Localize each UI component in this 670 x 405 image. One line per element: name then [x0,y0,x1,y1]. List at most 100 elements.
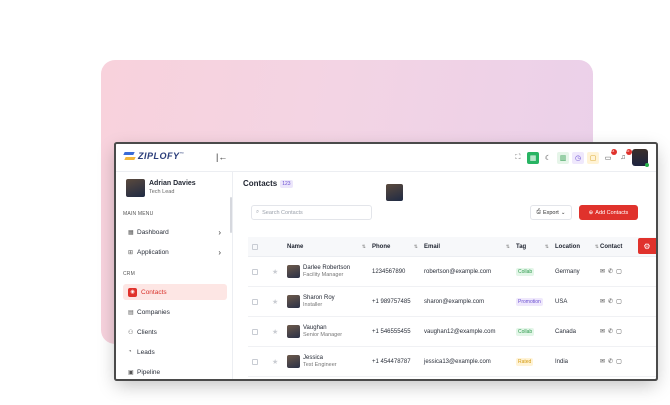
sidebar-item-clients[interactable]: ⚇ Clients [123,324,227,340]
topbar-icon-glyph: ☾ [544,154,552,162]
row-checkbox[interactable] [252,268,258,275]
row-select-cell [248,268,272,275]
bell-icon[interactable]: ♫ 10 [617,148,632,164]
row-checkbox[interactable] [252,298,258,305]
mail-icon[interactable]: ✉ [600,328,605,335]
header-email[interactable]: Email ⇅ [424,237,516,256]
sort-icon: ⇅ [544,243,549,250]
row-checkbox[interactable] [252,358,258,365]
leads-icon: ◔ [128,349,132,355]
add-contacts-label: Add Contacts [595,209,629,216]
star-icon[interactable]: ★ [272,298,278,306]
contact-name[interactable]: Vaughan [303,325,342,331]
header-phone[interactable]: Phone ⇅ [372,237,424,256]
note-icon[interactable]: ▢ [587,151,599,164]
sidebar-item-contacts[interactable]: ◉ Contacts [123,284,227,300]
row-checkbox[interactable] [252,328,258,335]
sort-icon: ⇅ [361,243,366,250]
chevron-right-icon: › [218,247,221,257]
plus-circle-icon: ⊕ [588,209,594,216]
contact-name[interactable]: Jessica [303,355,337,361]
row-select-cell [248,328,272,335]
contact-name-cell[interactable]: Sharon Roy Installer [287,295,372,308]
user-name: Adrian Davies [149,180,196,187]
profile-avatar[interactable] [632,149,649,167]
grid-icon[interactable]: ▦ [527,151,539,164]
header-select-all [248,237,272,256]
chat-icon[interactable]: ▭ 14 [602,148,617,164]
pipeline-icon: ▣ [128,369,134,376]
tag-badge: Collab [516,267,535,276]
phone-icon[interactable]: ✆ [608,328,613,335]
mail-icon[interactable]: ✉ [600,358,605,365]
header-location[interactable]: Location ⇅ [555,237,600,256]
moon-icon[interactable]: ☾ [542,152,554,164]
contact-name[interactable]: Darlee Robertson [303,265,350,271]
user-role: Tech Lead [149,189,175,195]
top-bar: ZIPLOFY™ |← ⛶ ▦ ☾ ▥ ◷ ▢ ▭ 14 ♫ 10 [116,144,656,172]
topbar-icon-glyph: ◷ [574,154,582,162]
sidebar-item-pipeline[interactable]: ▣ Pipeline [123,364,227,379]
contact-name-cell[interactable]: Vaughan Senior Manager [287,325,372,338]
star-icon[interactable]: ★ [272,268,278,276]
contacts-icon: ◉ [128,287,137,297]
settings-gear-icon[interactable]: ⚙ [638,238,656,254]
clock-icon[interactable]: ◷ [572,151,584,164]
contact-role: Test Engineer [303,362,337,368]
contact-name[interactable]: Sharon Roy [303,295,335,301]
section-label-main-menu: MAIN MENU [123,211,154,217]
contact-location: Canada [555,328,577,335]
user-card[interactable]: Adrian Davies Tech Lead [126,179,196,197]
phone-icon[interactable]: ✆ [608,358,613,365]
phone-icon[interactable]: ✆ [608,268,613,275]
expand-icon[interactable]: ⛶ [512,152,524,164]
export-label: Export [542,209,559,216]
message-icon[interactable]: ▢ [616,298,622,305]
sidebar-scrollbar[interactable] [230,197,232,233]
phone-icon[interactable]: ✆ [608,298,613,305]
sidebar-item-companies[interactable]: ▤ Companies [123,304,227,320]
sidebar-item-label: Clients [137,328,157,336]
sidebar-item-leads[interactable]: ◔ Leads [123,344,227,360]
select-all-checkbox[interactable] [252,243,258,250]
table-row[interactable]: ★ Vaughan Senior Manager +1 546555455 vaugha… [248,317,656,347]
avatar [126,179,145,197]
sidebar: Adrian Davies Tech Lead MAIN MENU ▦ Dashb… [116,172,233,379]
sidebar-item-application[interactable]: ⊞ Application › [123,244,227,260]
contact-location: India [555,358,569,365]
topbar-icon-glyph: ▦ [529,154,537,162]
star-icon[interactable]: ★ [272,358,278,366]
table-row[interactable]: ★ Darlee Robertson Facility Manager 1234567… [248,257,656,287]
contact-role: Installer [303,302,323,308]
contact-name-cell[interactable]: Jessica Test Engineer [287,355,372,368]
mail-icon[interactable]: ✉ [600,268,605,275]
star-icon[interactable]: ★ [272,328,278,336]
table-row[interactable]: ★ Jessica Test Engineer +1 454478787 jessica… [248,347,656,377]
export-icon: ⎙ [536,209,541,215]
chart-icon[interactable]: ▥ [557,151,569,164]
sort-icon: ⇅ [594,243,599,250]
dashboard-icon: ▦ [128,229,134,236]
tag-cell: Collab [516,267,555,276]
message-icon[interactable]: ▢ [616,268,622,275]
table-header: Name ⇅ Phone ⇅ Email ⇅ Tag ⇅ Location ⇅ Conta… [248,237,656,257]
mail-icon[interactable]: ✉ [600,298,605,305]
logo[interactable]: ZIPLOFY™ [124,151,184,161]
contact-name-cell[interactable]: Darlee Robertson Facility Manager [287,265,372,278]
add-contacts-button[interactable]: ⊕ Add Contacts [579,205,638,220]
page-title-text: Contacts [243,179,278,188]
search-input[interactable]: ⌕ Search Contacts [251,205,372,220]
sidebar-item-dashboard[interactable]: ▦ Dashboard › [123,224,227,240]
message-icon[interactable]: ▢ [616,358,622,365]
export-button[interactable]: ⎙ Export ⌄ [530,205,572,220]
table-row[interactable]: ★ Sharon Roy Installer +1 989757485 sharon@e… [248,287,656,317]
sidebar-item-label: Leads [137,348,155,356]
topbar-icon-glyph: ⛶ [515,153,521,161]
message-icon[interactable]: ▢ [616,328,622,335]
table-body: ★ Darlee Robertson Facility Manager 1234567… [248,257,656,377]
header-name[interactable]: Name ⇅ [287,237,372,256]
main-content: Contacts 123 ⌕ Search Contacts ⎙ Export … [234,172,656,379]
collapse-sidebar-icon[interactable]: |← [216,152,227,162]
header-tag[interactable]: Tag ⇅ [516,237,555,256]
row-star-cell: ★ [272,358,287,366]
